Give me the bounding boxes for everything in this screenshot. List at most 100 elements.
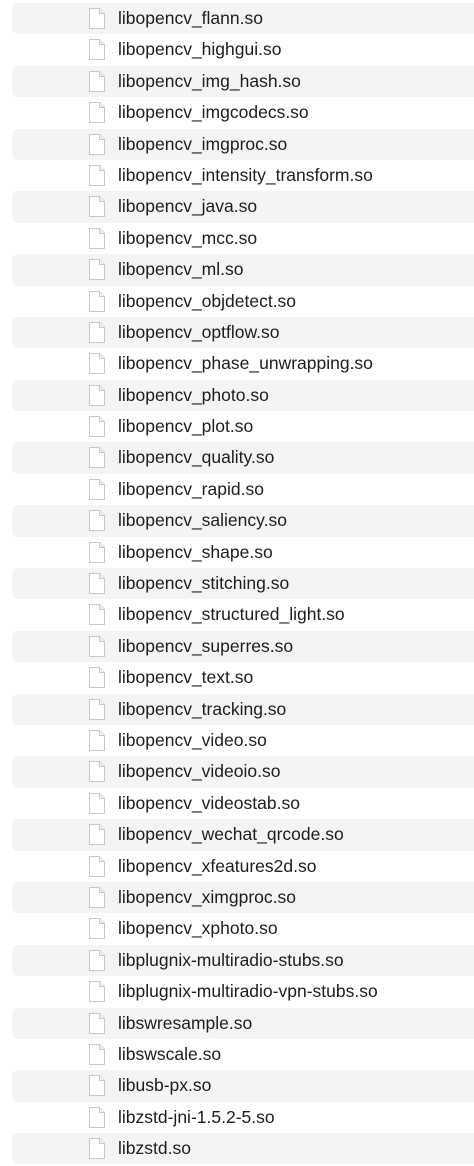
file-list: libopencv_flann.so libopencv_highgui.soli… [0, 0, 474, 1166]
document-icon [88, 886, 106, 909]
file-row[interactable]: libzstd.so [12, 1133, 474, 1165]
document-icon [88, 446, 106, 469]
file-name: libzstd-jni-1.5.2-5.so [118, 1106, 275, 1127]
file-row[interactable]: libopencv_img_hash.so [12, 65, 474, 98]
document-icon [88, 949, 106, 972]
file-name: libopencv_videostab.so [118, 792, 300, 813]
file-name: libopencv_tracking.so [118, 698, 287, 719]
file-row[interactable]: libopencv_plot.so [12, 411, 474, 442]
file-name: libopencv_photo.so [118, 384, 269, 405]
file-row[interactable]: libopencv_saliency.so [12, 505, 474, 537]
file-name: libopencv_ximgproc.so [118, 886, 297, 907]
file-row[interactable]: libopencv_optflow.so [12, 316, 474, 349]
document-icon [88, 321, 106, 344]
file-name: libopencv_highgui.so [118, 39, 282, 60]
document-icon [88, 1074, 106, 1097]
file-name: libswresample.so [118, 1012, 253, 1033]
file-name: libopencv_rapid.so [118, 478, 264, 499]
document-icon [88, 101, 106, 124]
file-row[interactable]: libopencv_photo.so [12, 379, 474, 412]
file-name: libopencv_objdetect.so [118, 290, 297, 311]
document-icon [88, 792, 106, 815]
file-name: libopencv_videoio.so [118, 761, 281, 782]
file-row[interactable]: libopencv_text.so [12, 662, 474, 693]
file-row[interactable]: libopencv_structured_light.so [12, 599, 474, 630]
document-icon [88, 352, 106, 375]
file-row[interactable]: libopencv_highgui.so [12, 34, 474, 65]
file-row[interactable]: libopencv_xphoto.so [12, 913, 474, 944]
document-icon [88, 855, 106, 878]
document-icon [88, 509, 106, 532]
file-row[interactable]: libopencv_tracking.so [12, 693, 474, 725]
file-name: libopencv_video.so [118, 729, 267, 750]
file-row[interactable]: libopencv_superres.so [12, 630, 474, 663]
file-row[interactable]: libopencv_flann.so [12, 3, 474, 35]
file-row[interactable]: libopencv_quality.so [12, 442, 474, 474]
file-name: libopencv_ml.so [118, 259, 244, 280]
file-row[interactable]: libswscale.so [12, 1039, 474, 1070]
document-icon [88, 384, 106, 407]
file-row[interactable]: libopencv_objdetect.so [12, 286, 474, 317]
file-row[interactable]: libplugnix-multiradio-vpn-stubs.so [12, 976, 474, 1007]
document-icon [88, 541, 106, 564]
file-name: libopencv_intensity_transform.so [118, 164, 373, 185]
file-name: libzstd.so [118, 1138, 191, 1159]
document-icon [88, 760, 106, 783]
file-row[interactable]: libopencv_ximgproc.so [12, 881, 474, 914]
file-row[interactable]: libopencv_wechat_qrcode.so [12, 819, 474, 851]
document-icon [88, 195, 106, 218]
file-name: libopencv_optflow.so [118, 321, 280, 342]
file-name: libopencv_phase_unwrapping.so [118, 353, 373, 374]
file-row[interactable]: libopencv_ml.so [12, 254, 474, 286]
file-row[interactable]: libplugnix-multiradio-stubs.so [12, 944, 474, 977]
file-row[interactable]: libopencv_shape.so [12, 537, 474, 568]
file-row[interactable]: libopencv_imgproc.so [12, 128, 474, 160]
file-name: libopencv_stitching.so [118, 573, 290, 594]
file-row[interactable]: libopencv_videoio.so [12, 756, 474, 788]
file-row[interactable]: libopencv_intensity_transform.so [12, 160, 474, 191]
document-icon [88, 227, 106, 250]
file-name: libopencv_shape.so [118, 541, 273, 562]
file-row[interactable]: libzstd-jni-1.5.2-5.so [12, 1102, 474, 1133]
file-name: libopencv_img_hash.so [118, 70, 301, 91]
file-name: libplugnix-multiradio-vpn-stubs.so [118, 981, 378, 1002]
file-row[interactable]: libopencv_xfeatures2d.so [12, 851, 474, 882]
file-name: libopencv_imgproc.so [118, 133, 288, 154]
file-row[interactable]: libopencv_videostab.so [12, 788, 474, 819]
document-icon [88, 70, 106, 93]
file-name: libplugnix-multiradio-stubs.so [118, 949, 344, 970]
document-icon [88, 603, 106, 626]
file-row[interactable]: libopencv_video.so [12, 725, 474, 756]
file-name: libopencv_text.so [118, 667, 254, 688]
document-icon [88, 478, 106, 501]
document-icon [88, 133, 106, 156]
file-name: libopencv_quality.so [118, 447, 275, 468]
file-row[interactable]: libswresample.so [12, 1007, 474, 1039]
file-name: libswscale.so [118, 1043, 222, 1064]
document-icon [88, 572, 106, 595]
document-icon [88, 7, 106, 30]
file-row[interactable]: libopencv_java.so [12, 191, 474, 223]
file-name: libopencv_mcc.so [118, 227, 258, 248]
file-name: libopencv_structured_light.so [118, 604, 345, 625]
document-icon [88, 729, 106, 752]
document-icon [88, 666, 106, 689]
document-icon [88, 698, 106, 721]
document-icon [88, 164, 106, 187]
file-row[interactable]: libopencv_mcc.so [12, 223, 474, 254]
file-row[interactable]: libusb-px.so [12, 1070, 474, 1102]
file-row[interactable]: libopencv_stitching.so [12, 568, 474, 600]
document-icon [88, 917, 106, 940]
file-name: libopencv_xfeatures2d.so [118, 855, 317, 876]
file-row[interactable]: libopencv_rapid.so [12, 474, 474, 505]
document-icon [88, 635, 106, 658]
file-row[interactable]: libopencv_phase_unwrapping.so [12, 348, 474, 379]
document-icon [88, 38, 106, 61]
document-icon [88, 823, 106, 846]
file-name: libopencv_superres.so [118, 635, 294, 656]
document-icon [88, 1012, 106, 1035]
file-row[interactable]: libopencv_imgcodecs.so [12, 97, 474, 128]
file-name: libopencv_imgcodecs.so [118, 102, 309, 123]
document-icon [88, 415, 106, 438]
file-name: libusb-px.so [118, 1075, 212, 1096]
